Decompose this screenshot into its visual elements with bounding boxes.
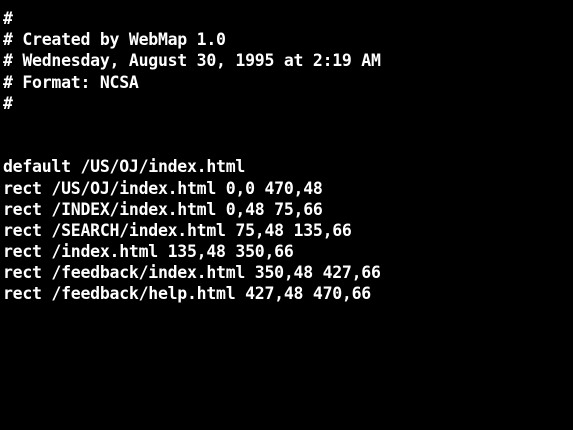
comment-line: # — [3, 9, 13, 28]
rect-entry-line: rect /feedback/help.html 427,48 470,66 — [3, 284, 371, 304]
text-viewer: # # Created by WebMap 1.0 # Wednesday, A… — [0, 0, 573, 430]
comment-line-created-by: # Created by WebMap 1.0 — [3, 30, 226, 50]
rect-entry-line: rect /feedback/index.html 350,48 427,66 — [3, 263, 381, 283]
rect-entry-line: rect /US/OJ/index.html 0,0 470,48 — [3, 178, 323, 198]
comment-line-date: # Wednesday, August 30, 1995 at 2:19 AM — [3, 51, 381, 71]
comment-line-format: # Format: NCSA — [3, 72, 139, 92]
rect-entry-line: rect /index.html 135,48 350,66 — [3, 242, 294, 262]
rect-entry-line: rect /SEARCH/index.html 75,48 135,66 — [3, 220, 352, 240]
default-entry-line: default /US/OJ/index.html — [3, 157, 246, 177]
comment-line: # — [3, 93, 13, 113]
rect-entry-line: rect /INDEX/index.html 0,48 75,66 — [3, 199, 323, 219]
